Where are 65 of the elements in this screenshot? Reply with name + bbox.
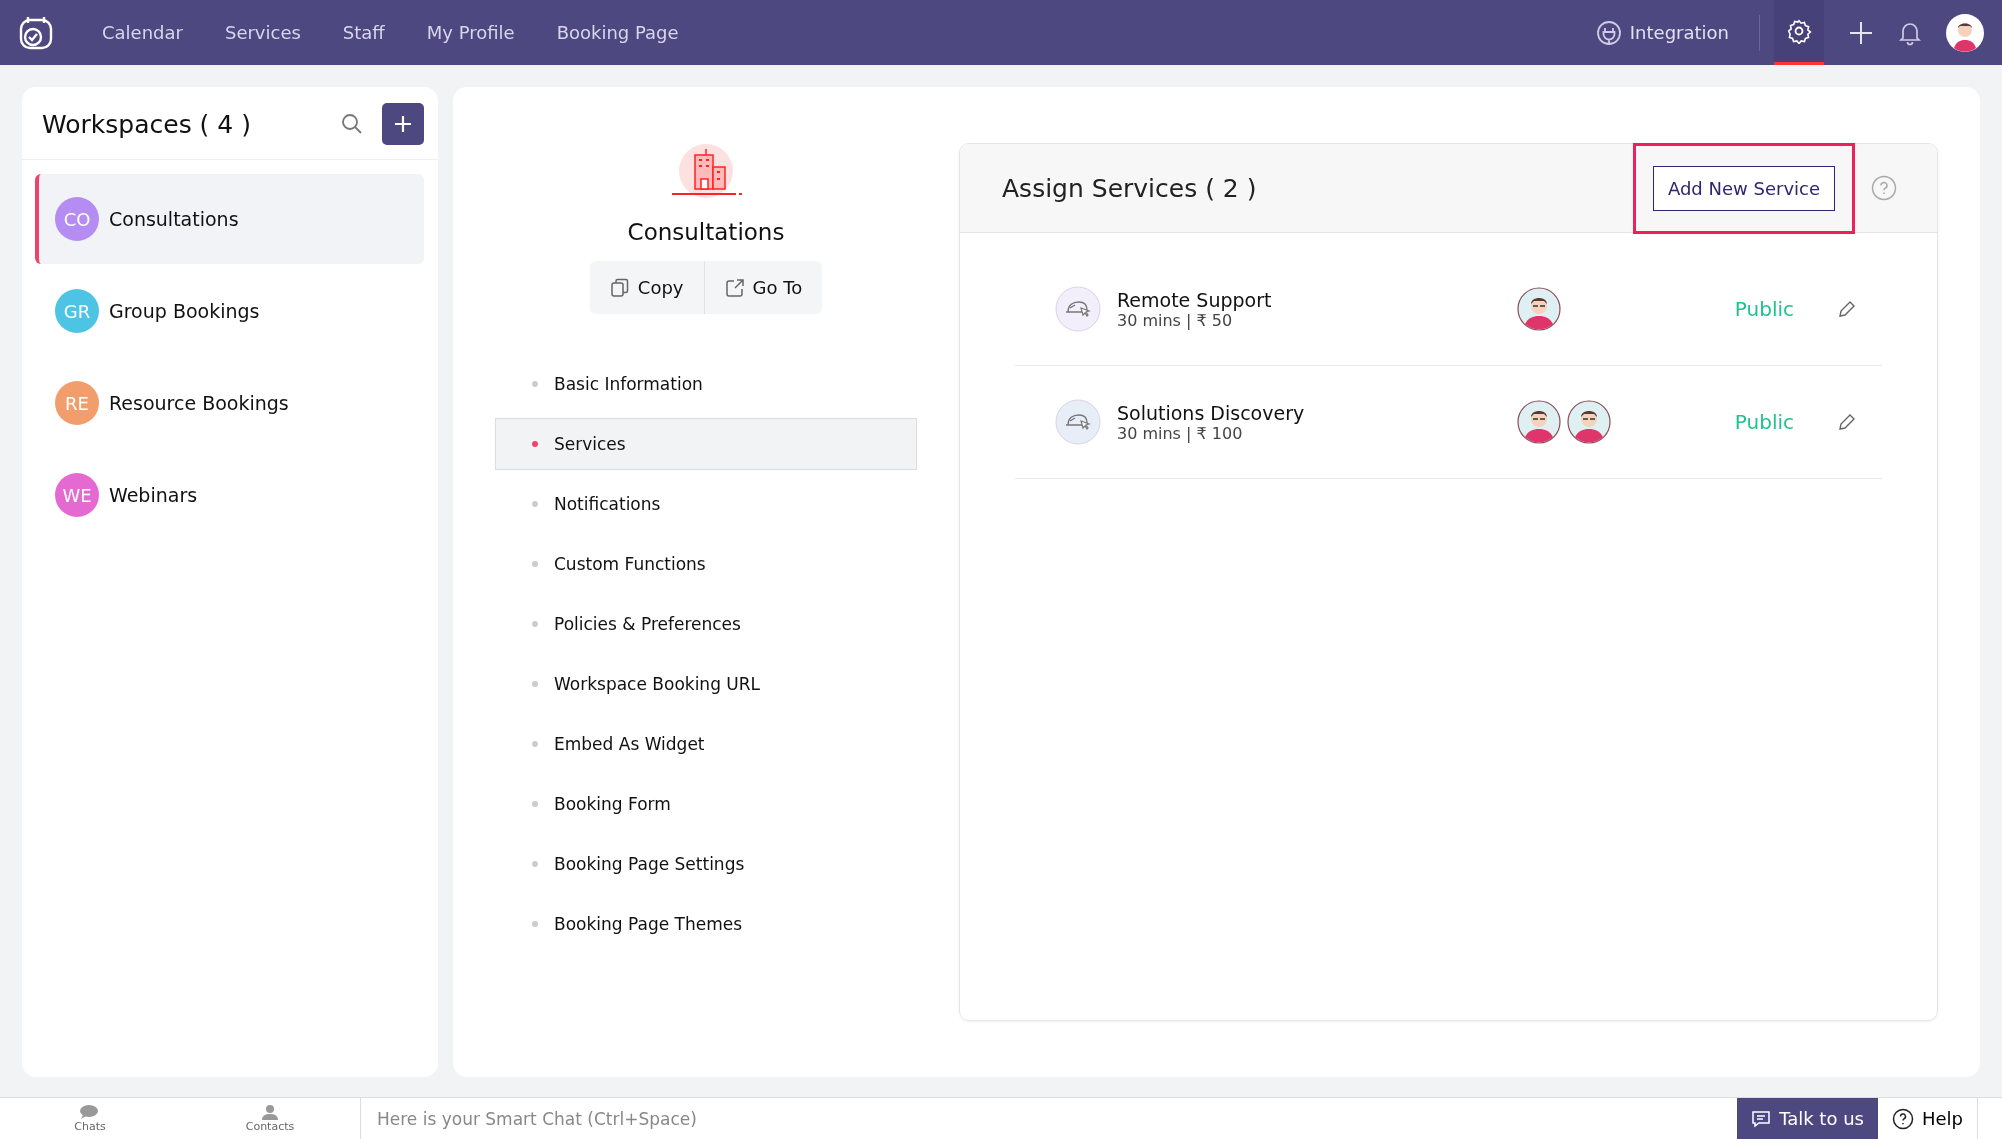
edit-icon[interactable] [1838,413,1856,431]
visibility-status: Public [1734,297,1794,321]
talk-to-us-button[interactable]: Talk to us [1737,1098,1878,1139]
add-workspace-button[interactable] [382,103,424,145]
workspace-item[interactable]: GR Group Bookings [35,266,424,356]
nav-link[interactable]: Staff [342,0,385,65]
nav-link[interactable]: Calendar [102,0,183,65]
workspace-item[interactable]: RE Resource Bookings [35,358,424,448]
settings-menu-item[interactable]: Booking Page Settings [495,838,917,890]
workspace-avatar: RE [55,381,99,425]
workspace-title: Consultations [627,219,785,245]
chats-tab[interactable]: Chats [0,1098,180,1139]
workspace-name: Resource Bookings [109,392,289,414]
staff-avatar [1517,400,1561,444]
settings-tab[interactable] [1774,0,1824,65]
smart-chat-field[interactable]: Here is your Smart Chat (Ctrl+Space) [360,1098,1738,1139]
service-details: 30 mins | ₹ 50 [1117,310,1233,330]
service-name: Remote Support [1117,288,1273,311]
settings-icon [1786,18,1812,44]
plus-icon [393,114,413,134]
staff-avatar [1517,287,1561,331]
settings-menu-item[interactable]: Booking Form [495,778,917,830]
settings-menu-item[interactable]: Workspace Booking URL [495,658,917,710]
workspace-avatar: GR [55,289,99,333]
integration-link[interactable]: Integration [1595,19,1729,46]
service-details: 30 mins | ₹ 100 [1117,423,1243,443]
settings-menu-item[interactable]: Custom Functions [495,538,917,590]
user-avatar[interactable] [1946,13,1984,52]
workspace-avatar: WE [55,473,99,517]
service-name: Solutions Discovery [1117,401,1306,424]
nav-link[interactable]: Services [224,0,301,65]
help-icon [1891,1107,1914,1130]
help-button[interactable]: Help [1877,1098,1978,1139]
chat-bubble-icon [1751,1109,1772,1128]
staff-avatar [1567,400,1611,444]
card-title: Assign Services ( 2 ) [1002,173,1258,203]
workspace-item[interactable]: WE Webinars [35,450,424,540]
workspace-name: Webinars [109,484,198,506]
plug-icon [1595,19,1622,46]
settings-menu-item[interactable]: Booking Page Themes [495,898,917,950]
copy-button[interactable]: Copy [589,261,704,314]
nav-link[interactable]: Booking Page [556,0,679,65]
person-icon [261,1104,279,1120]
search-icon[interactable] [340,112,364,136]
workspace-avatar: CO [55,197,99,241]
workspace-item[interactable]: CO Consultations [35,174,424,264]
settings-menu-item[interactable]: Embed As Widget [495,718,917,770]
chat-bubble-icon [79,1104,101,1120]
external-link-icon [724,277,745,298]
settings-menu-item[interactable]: Services [495,418,917,470]
contacts-tab[interactable]: Contacts [180,1098,360,1139]
workspace-name: Consultations [109,208,239,230]
panel-title: Workspaces ( 4 ) [42,109,252,139]
settings-menu-item[interactable]: Basic Information [495,358,917,410]
visibility-status: Public [1734,410,1794,434]
workspace-name: Group Bookings [109,300,260,322]
settings-menu-item[interactable]: Notifications [495,478,917,530]
settings-menu-item[interactable]: Policies & Preferences [495,598,917,650]
plus-icon[interactable] [1848,19,1874,46]
edit-icon[interactable] [1838,300,1856,318]
go-to-button[interactable]: Go To [703,261,823,314]
calendar-check-logo-icon[interactable] [18,14,54,51]
add-new-service-button[interactable]: Add New Service [1652,165,1835,211]
copy-icon [609,277,630,298]
nav-link[interactable]: My Profile [426,0,515,65]
